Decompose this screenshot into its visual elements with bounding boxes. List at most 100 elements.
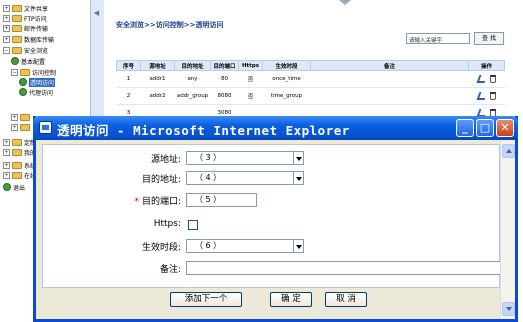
sidebar-item[interactable]: 透明访问 bbox=[19, 77, 56, 87]
tree-expander-icon[interactable]: + bbox=[3, 4, 10, 12]
table-cell bbox=[310, 70, 469, 88]
tree-expander-icon[interactable]: + bbox=[3, 148, 10, 156]
table-cell: any bbox=[174, 70, 211, 88]
period-select[interactable]: （ 6 ） bbox=[186, 239, 294, 253]
dialog-button-bar: 添加下一个 确 定 取 消 bbox=[42, 288, 500, 311]
https-checkbox[interactable] bbox=[188, 220, 198, 230]
table-row[interactable]: 1 addr1 any 80 否 once_time bbox=[116, 70, 505, 88]
table-row[interactable]: 2 addr2 addr_group 8080 否 time_group bbox=[116, 87, 505, 105]
tree-expander-icon[interactable]: + bbox=[3, 161, 10, 169]
row-actions bbox=[468, 87, 505, 105]
source-select[interactable]: （ 3 ） bbox=[186, 151, 294, 165]
sidebar-item[interactable]: + 定制 bbox=[3, 137, 36, 147]
folder-icon bbox=[20, 113, 30, 121]
folder-icon bbox=[12, 148, 22, 156]
dest-row: 目的地址: （ 4 ） bbox=[43, 171, 501, 185]
port-row: * 目的端口: （ 5 ） bbox=[43, 193, 501, 207]
sidebar-item[interactable]: + 文件共享 bbox=[3, 3, 48, 13]
search-button[interactable]: 查 找 bbox=[474, 32, 504, 45]
source-dropdown-arrow-icon[interactable] bbox=[293, 151, 304, 165]
port-input[interactable]: （ 5 ） bbox=[186, 193, 257, 207]
minimize-button[interactable]: _ bbox=[456, 119, 474, 137]
add-next-button[interactable]: 添加下一个 bbox=[170, 292, 242, 307]
sidebar-item[interactable]: − 安全浏览 bbox=[3, 45, 48, 55]
note-input[interactable] bbox=[186, 261, 502, 275]
sidebar-item[interactable]: + 邮件传输 bbox=[3, 23, 48, 33]
sidebar-item-label: 安全浏览 bbox=[24, 47, 49, 55]
sidebar-item[interactable]: 代理访问 bbox=[19, 87, 53, 97]
sidebar-item[interactable]: 退出 bbox=[3, 182, 25, 192]
sidebar-item[interactable]: + 数据库传输 bbox=[3, 34, 54, 44]
port-label-wrap: * 目的端口: bbox=[134, 194, 181, 207]
period-label: 生效时段: bbox=[141, 243, 181, 253]
search-input[interactable]: 请输入关键字 bbox=[406, 33, 470, 44]
note-row: 备注: bbox=[43, 261, 502, 275]
sidebar-item[interactable]: + bbox=[11, 112, 32, 122]
scroll-up-arrow-icon[interactable] bbox=[502, 144, 515, 158]
folder-icon bbox=[20, 68, 30, 76]
dest-select[interactable]: （ 4 ） bbox=[186, 171, 294, 185]
maximize-button[interactable]: □ bbox=[476, 119, 494, 137]
close-button[interactable]: ✕ bbox=[496, 119, 514, 137]
sidebar-item[interactable]: + 我的 bbox=[3, 147, 36, 157]
folder-icon bbox=[12, 171, 22, 179]
dest-dropdown-arrow-icon[interactable] bbox=[293, 171, 304, 185]
table-cell: 80 bbox=[210, 70, 239, 88]
tree-expander-icon[interactable]: + bbox=[11, 113, 18, 121]
sidebar-item-label: 访问控制 bbox=[32, 69, 57, 77]
cancel-button[interactable]: 取 消 bbox=[325, 292, 367, 307]
sidebar-item-label: 数据库传输 bbox=[24, 36, 55, 44]
period-dropdown-arrow-icon[interactable] bbox=[293, 239, 304, 253]
rules-table: 序号 源地址 目的地址 目的端口 Https 生效时段 备注 操作 1 addr1… bbox=[116, 60, 505, 122]
folder-icon bbox=[12, 35, 22, 43]
dest-label: 目的地址: bbox=[141, 175, 181, 185]
gear-icon bbox=[19, 78, 27, 86]
tree-expander-icon[interactable]: − bbox=[3, 46, 10, 54]
sidebar-item[interactable]: + FTP访问 bbox=[3, 13, 47, 23]
tree-expander-icon[interactable]: + bbox=[3, 24, 10, 32]
tree-expander-icon[interactable]: + bbox=[3, 171, 10, 179]
sidebar-item[interactable]: 基本配置 bbox=[11, 56, 45, 66]
folder-icon bbox=[12, 161, 22, 169]
table-cell: once_time bbox=[262, 70, 311, 88]
edit-icon[interactable] bbox=[476, 92, 487, 100]
col-header-dest: 目的地址 bbox=[174, 60, 211, 71]
top-toggle-arrow-icon[interactable] bbox=[339, 0, 351, 5]
delete-icon[interactable] bbox=[489, 92, 496, 100]
col-header-index: 序号 bbox=[116, 60, 141, 71]
sidebar-item-label: FTP访问 bbox=[24, 15, 47, 23]
table-cell: addr_group bbox=[174, 87, 211, 105]
dialog-titlebar[interactable]: 透明访问 - Microsoft Internet Explorer _ □ ✕ bbox=[33, 116, 518, 140]
dialog-scrollbar[interactable] bbox=[500, 140, 515, 319]
ie-dialog-window: 透明访问 - Microsoft Internet Explorer _ □ ✕… bbox=[33, 116, 518, 322]
folder-icon bbox=[12, 14, 22, 22]
sidebar-item[interactable]: + bbox=[11, 122, 32, 132]
sidebar-item-label: 邮件传输 bbox=[24, 25, 49, 33]
edit-icon[interactable] bbox=[476, 75, 487, 83]
delete-icon[interactable] bbox=[489, 75, 496, 83]
sidebar-item-label: 退出 bbox=[13, 184, 26, 192]
rule-form: 源地址: （ 3 ） 目的地址: （ 4 ） * 目的端口: （ 5 ） Http… bbox=[42, 144, 502, 288]
gear-icon bbox=[19, 88, 27, 96]
https-row: Https: bbox=[43, 218, 501, 232]
tree-expander-icon[interactable]: + bbox=[3, 14, 10, 22]
sidebar-item[interactable]: − 访问控制 bbox=[11, 67, 56, 77]
collapse-sidebar-icon[interactable]: ◀ bbox=[92, 8, 101, 18]
col-header-https: Https bbox=[238, 60, 263, 71]
table-cell: 1 bbox=[116, 70, 141, 88]
table-cell: addr2 bbox=[140, 87, 175, 105]
tree-expander-icon[interactable]: + bbox=[3, 138, 10, 146]
required-marker: * bbox=[134, 197, 139, 207]
ie-window-icon bbox=[39, 121, 52, 134]
tree-expander-icon[interactable]: − bbox=[11, 68, 18, 76]
col-header-port: 目的端口 bbox=[210, 60, 239, 71]
ok-button[interactable]: 确 定 bbox=[270, 292, 312, 307]
sidebar-item[interactable]: + 在线 bbox=[3, 170, 36, 180]
tree-expander-icon[interactable]: + bbox=[11, 123, 18, 131]
scroll-down-arrow-icon[interactable] bbox=[502, 302, 515, 316]
sidebar-item-label: 代理访问 bbox=[29, 89, 54, 97]
tree-expander-icon[interactable]: + bbox=[3, 35, 10, 43]
period-row: 生效时段: （ 6 ） bbox=[43, 239, 501, 253]
col-header-period: 生效时段 bbox=[262, 60, 311, 71]
sidebar-item[interactable]: + 系统 bbox=[3, 160, 36, 170]
